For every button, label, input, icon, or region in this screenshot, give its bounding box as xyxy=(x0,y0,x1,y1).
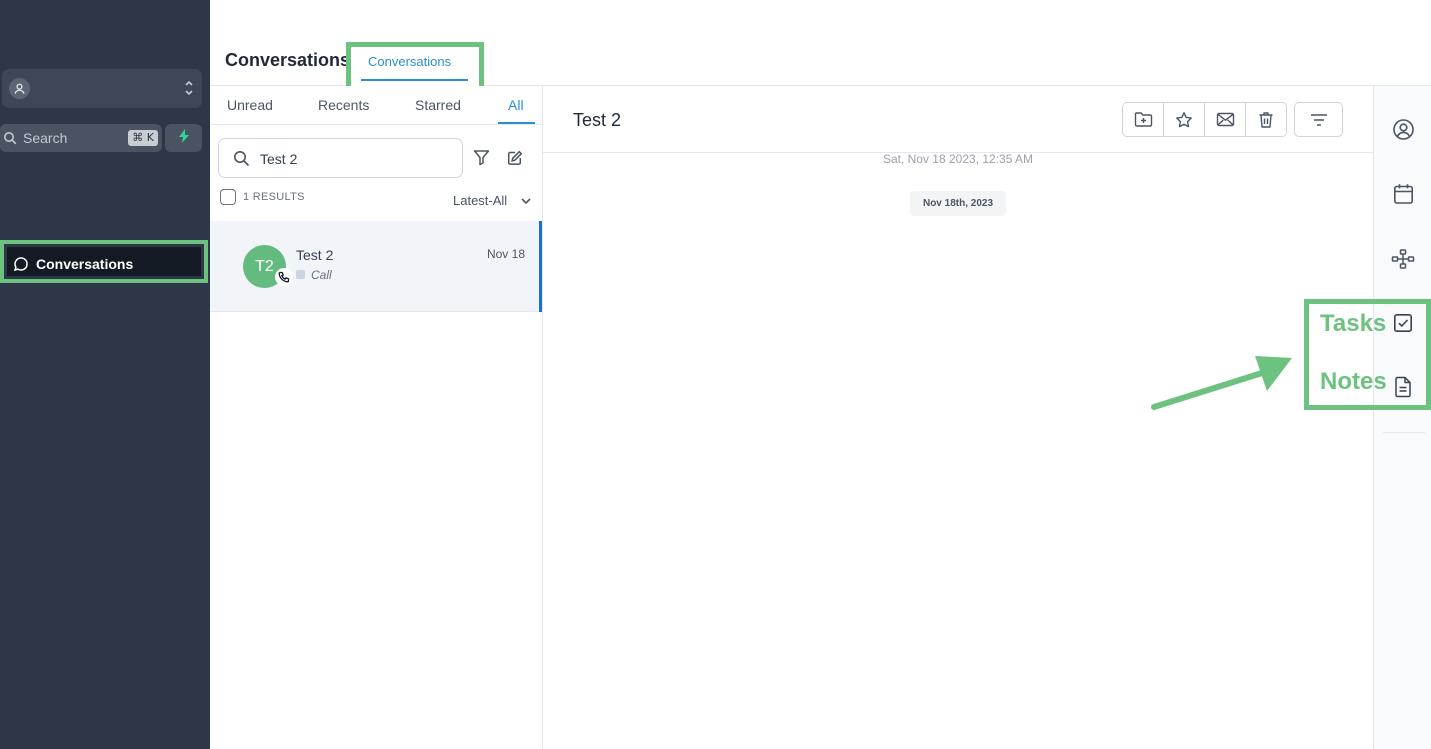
trash-icon[interactable] xyxy=(1246,103,1286,136)
annotation-arrow-icon xyxy=(1151,356,1292,410)
network-icon[interactable] xyxy=(1391,247,1415,271)
global-search[interactable]: Search ⌘ K xyxy=(0,124,162,152)
contact-icon[interactable] xyxy=(1391,117,1415,141)
search-shortcut: ⌘ K xyxy=(128,130,158,146)
page-title: Conversations xyxy=(225,50,351,70)
filter-tab-recents[interactable]: Recents xyxy=(318,97,369,113)
filter-active-indicator xyxy=(498,122,535,124)
annotation-label-notes: Notes xyxy=(1320,368,1387,395)
conversation-list-panel: Unread Recents Starred All Test 2 1 RESU… xyxy=(210,86,543,749)
account-switcher[interactable] xyxy=(2,69,202,108)
search-icon xyxy=(3,131,17,150)
conversation-type: Call xyxy=(311,268,332,282)
sidebar-item-conversations[interactable]: Conversations xyxy=(0,240,208,283)
selected-indicator xyxy=(539,221,542,312)
search-label: Search xyxy=(23,130,68,146)
chat-panel: Test 2 Sat, Nov 18 2023, 12:35 AM Nov 18… xyxy=(543,86,1373,749)
search-value: Test 2 xyxy=(260,151,298,167)
top-header: Conversations Conversations xyxy=(210,0,1431,94)
chevron-down-icon[interactable] xyxy=(520,194,532,212)
date-separator: Nov 18th, 2023 xyxy=(910,191,1006,216)
conversation-list-item[interactable]: T2 Test 2 Nov 18 Call xyxy=(210,221,542,312)
calendar-icon[interactable] xyxy=(1391,182,1415,206)
lightning-icon xyxy=(178,128,190,148)
sidebar-item-label: Conversations xyxy=(36,256,134,272)
envelope-icon[interactable] xyxy=(1205,103,1246,136)
filter-tab-all[interactable]: All xyxy=(508,97,524,113)
phone-icon xyxy=(275,268,293,286)
filter-tab-unread[interactable]: Unread xyxy=(227,97,273,113)
annotation-label-tasks: Tasks xyxy=(1320,310,1387,337)
conversation-search-input[interactable]: Test 2 xyxy=(218,138,463,178)
search-icon xyxy=(233,150,250,172)
funnel-icon[interactable] xyxy=(473,149,490,171)
chat-header: Test 2 xyxy=(543,86,1373,153)
tab-label: Conversations xyxy=(368,54,452,69)
message-type-icon xyxy=(296,270,305,279)
left-sidebar: Search ⌘ K Conversations xyxy=(0,0,210,749)
avatar-initials: T2 xyxy=(255,257,274,275)
right-rail xyxy=(1373,86,1431,749)
sort-lines-icon[interactable] xyxy=(1294,102,1343,137)
quick-action-button[interactable] xyxy=(165,124,202,152)
tab-active-indicator xyxy=(361,79,468,81)
star-icon[interactable] xyxy=(1164,103,1205,136)
results-count: 1 RESULTS xyxy=(243,191,305,203)
chat-bubble-icon xyxy=(13,256,29,277)
chat-actions xyxy=(1122,102,1287,137)
compose-icon[interactable] xyxy=(507,150,523,171)
message-timestamp: Sat, Nov 18 2023, 12:35 AM xyxy=(882,152,1034,166)
filter-tabs: Unread Recents Starred All xyxy=(210,86,542,125)
folder-plus-icon[interactable] xyxy=(1123,103,1164,136)
filter-tab-starred[interactable]: Starred xyxy=(415,97,461,113)
conversation-name: Test 2 xyxy=(296,247,334,263)
chevron-up-down-icon xyxy=(184,79,194,102)
select-all-checkbox[interactable] xyxy=(220,189,236,205)
conversation-date: Nov 18 xyxy=(486,247,525,261)
rail-divider xyxy=(1383,432,1425,433)
chat-title: Test 2 xyxy=(573,110,622,130)
sort-select[interactable]: Latest-All xyxy=(453,193,507,208)
user-circle-icon xyxy=(9,78,30,99)
